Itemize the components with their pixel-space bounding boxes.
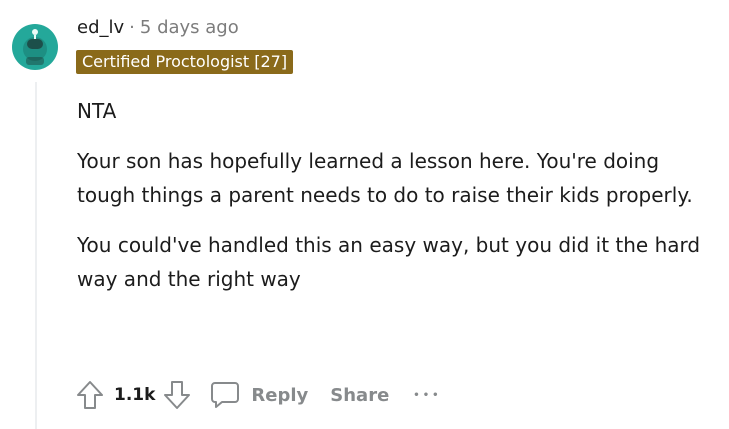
avatar[interactable] <box>12 24 58 70</box>
comment-meta: ed_lv · 5 days ago <box>77 14 239 40</box>
comment-paragraph: NTA <box>77 99 117 123</box>
comment-paragraph: You could've handled this an easy way, b… <box>77 233 701 291</box>
more-options-button[interactable]: ••• <box>413 390 441 401</box>
downvote-arrow-icon[interactable] <box>163 380 191 410</box>
timestamp[interactable]: 5 days ago <box>140 17 239 38</box>
reply-label: Reply <box>251 384 309 406</box>
username[interactable]: ed_lv <box>77 17 124 38</box>
user-flair: Certified Proctologist [27] <box>76 50 294 74</box>
share-button[interactable]: Share <box>330 385 389 406</box>
comment-actions: 1.1k Reply Share ••• <box>76 377 441 413</box>
ellipsis-icon: ••• <box>413 389 442 401</box>
thread-line[interactable] <box>35 82 37 429</box>
reply-button[interactable]: Reply <box>209 380 308 410</box>
comment-paragraph: Your son has hopefully learned a lesson … <box>77 149 693 207</box>
speech-bubble-icon <box>209 380 241 410</box>
snoo-avatar-icon <box>12 24 58 70</box>
meta-separator: · <box>129 16 135 38</box>
vote-score: 1.1k <box>114 385 156 405</box>
comment: ed_lv · 5 days ago Certified Proctologis… <box>0 0 729 429</box>
comment-body: NTA Your son has hopefully learned a les… <box>77 94 707 312</box>
upvote-arrow-icon[interactable] <box>76 380 104 410</box>
